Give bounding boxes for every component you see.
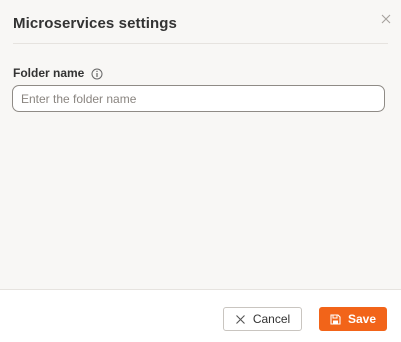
footer-divider: [0, 289, 401, 290]
cancel-button-label: Cancel: [252, 312, 291, 326]
save-button[interactable]: Save: [319, 307, 387, 331]
title-divider: [13, 43, 388, 44]
folder-name-input[interactable]: [12, 85, 385, 112]
folder-name-label: Folder name: [13, 66, 85, 80]
x-icon: [235, 314, 245, 324]
folder-name-label-row: Folder name: [13, 66, 103, 80]
info-icon[interactable]: [91, 67, 103, 80]
dialog-title: Microservices settings: [13, 15, 177, 32]
close-button[interactable]: [379, 12, 393, 26]
cancel-button[interactable]: Cancel: [223, 307, 302, 331]
save-button-label: Save: [347, 312, 377, 326]
dialog-body: Microservices settings Folder name: [0, 0, 401, 289]
close-icon: [381, 14, 391, 24]
microservices-settings-dialog: Microservices settings Folder name Cance: [0, 0, 401, 342]
floppy-disk-icon: [330, 313, 341, 325]
